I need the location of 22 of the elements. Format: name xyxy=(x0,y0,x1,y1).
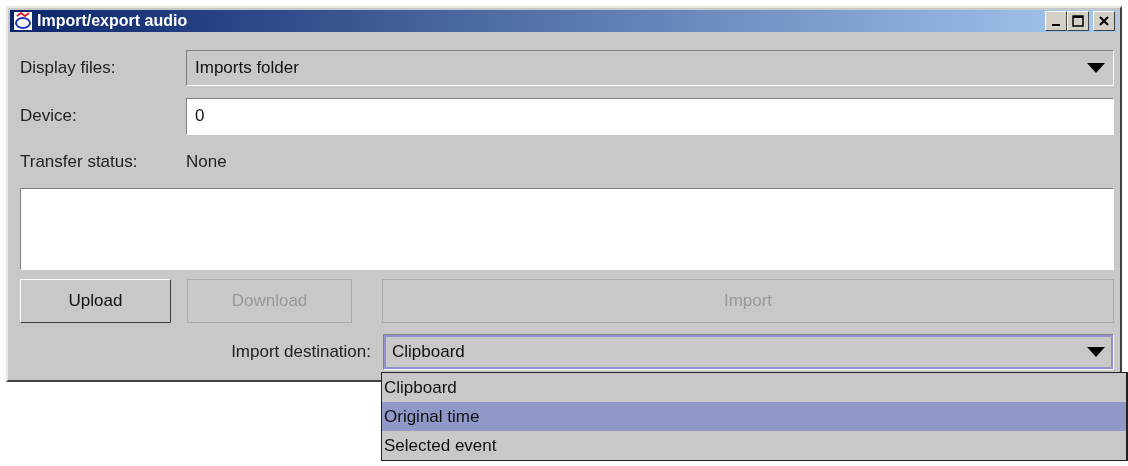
import-destination-dropdown[interactable]: Clipboard xyxy=(383,334,1114,370)
window-title: Import/export audio xyxy=(37,12,189,30)
field-label: Device: xyxy=(20,106,78,126)
display-files-dropdown[interactable]: Imports folder xyxy=(186,50,1114,86)
caret-icon xyxy=(1087,347,1105,357)
maximize-button[interactable] xyxy=(1067,11,1089,31)
dropdown-option[interactable]: Selected event xyxy=(382,431,1126,460)
app-icon xyxy=(13,11,33,31)
minimize-icon xyxy=(1052,24,1060,26)
dropdown-option[interactable]: Clipboard xyxy=(382,373,1126,402)
action-button[interactable]: Upload xyxy=(20,279,171,323)
dropdown-option[interactable]: Original time xyxy=(382,402,1126,431)
device-field[interactable]: 0 xyxy=(186,97,1114,135)
field-label: Display files: xyxy=(20,58,117,78)
field-label: Import destination: xyxy=(230,342,372,362)
maximize-icon xyxy=(1072,15,1084,27)
close-icon xyxy=(1098,15,1110,27)
caret-icon xyxy=(1087,63,1105,73)
status-value: None xyxy=(186,152,227,172)
minimize-button[interactable] xyxy=(1045,11,1067,31)
field-label: Transfer status: xyxy=(20,152,139,172)
close-button[interactable] xyxy=(1093,11,1115,31)
